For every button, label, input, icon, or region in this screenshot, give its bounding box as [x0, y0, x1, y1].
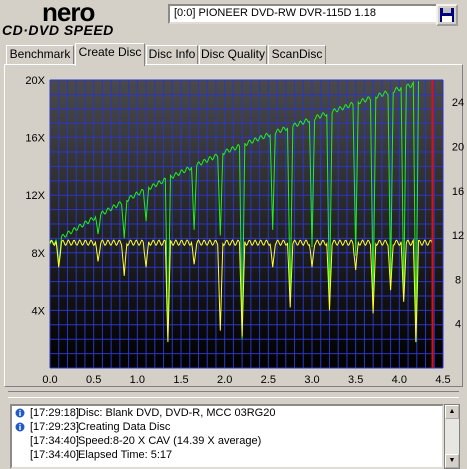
y-tick-label: 8X	[32, 248, 46, 260]
log-text: Elapsed Time: 5:17	[78, 449, 173, 461]
log-scrollbar[interactable]: ▲ ▼	[444, 404, 460, 469]
y-tick-label: 4X	[32, 305, 46, 317]
log-text: Speed:8-20 X CAV (14.39 X average)	[78, 435, 262, 447]
scroll-up-icon[interactable]: ▲	[445, 405, 459, 419]
x-tick-label: 3.5	[348, 374, 363, 386]
x-tick-label: 4.0	[392, 374, 407, 386]
y-tick-label: 12X	[25, 190, 45, 202]
y2-tick-label: 8	[455, 274, 461, 286]
log-text: Disc: Blank DVD, DVD-R, MCC 03RG20	[78, 407, 276, 419]
y2-tick-label: 20	[452, 141, 464, 153]
log-time: [17:29:18]	[30, 407, 79, 419]
y-tick-label: 16X	[25, 133, 45, 145]
splitter[interactable]	[8, 391, 459, 398]
log-time: [17:29:23]	[30, 421, 79, 433]
tab-create-disc[interactable]: Create Disc	[75, 43, 145, 66]
log-row: [17:29:18]Disc: Blank DVD, DVD-R, MCC 03…	[12, 406, 442, 420]
y2-tick-label: 24	[452, 97, 464, 109]
y2-tick-label: 12	[452, 230, 464, 242]
x-tick-label: 1.0	[130, 374, 145, 386]
speed-chart: 0.0 0.5 1.0 1.5 2.0 2.5 3.0 3.5 4.0 4.5 4X 8X 12X 16X…	[25, 75, 464, 386]
y2-tick-label: 16	[452, 186, 464, 198]
log-time: [17:34:40]	[30, 435, 79, 447]
x-tick-label: 0.0	[42, 374, 57, 386]
y-tick-label: 20X	[25, 75, 45, 87]
x-tick-label: 0.5	[86, 374, 101, 386]
log-list: [17:29:18]Disc: Blank DVD, DVD-R, MCC 03…	[10, 404, 444, 469]
x-tick-label: 3.0	[304, 374, 319, 386]
x-tick-label: 2.0	[217, 374, 232, 386]
x-tick-label: 1.5	[173, 374, 188, 386]
x-tick-label: 4.5	[435, 374, 450, 386]
log-row: [17:34:40]Elapsed Time: 5:17	[12, 448, 442, 462]
scroll-down-icon[interactable]: ▼	[445, 454, 459, 468]
log-time: [17:34:40]	[30, 449, 79, 461]
info-icon	[15, 408, 25, 418]
log-row: [17:29:23]Creating Data Disc	[12, 420, 442, 434]
log-row: [17:34:40]Speed:8-20 X CAV (14.39 X aver…	[12, 434, 442, 448]
y2-tick-label: 4	[455, 319, 461, 331]
log-text: Creating Data Disc	[78, 421, 171, 433]
x-tick-label: 2.5	[261, 374, 276, 386]
info-icon	[15, 422, 25, 432]
